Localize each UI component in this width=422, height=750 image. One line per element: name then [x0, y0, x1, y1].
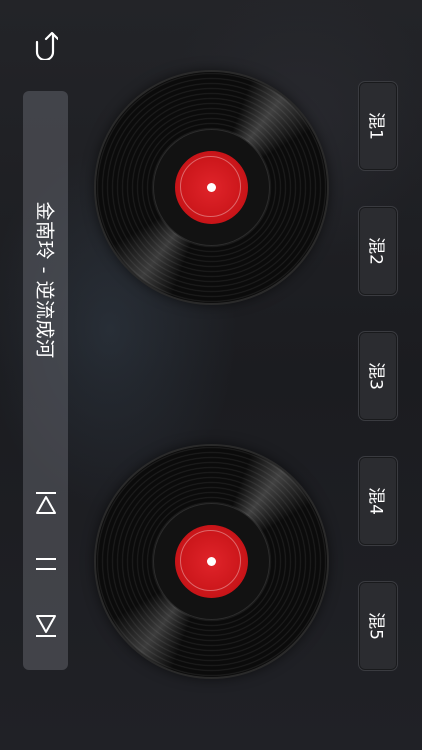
song-title: 金南玲 - 逆流成河: [23, 150, 68, 410]
back-button[interactable]: [30, 28, 60, 62]
song-title-text: 金南玲 - 逆流成河: [33, 201, 55, 359]
mix-button-3[interactable]: 混3: [358, 331, 398, 421]
next-button[interactable]: [31, 611, 61, 641]
pause-button[interactable]: [31, 549, 61, 579]
disc-spindle: [207, 557, 216, 566]
previous-button[interactable]: [31, 488, 61, 518]
disc-spindle: [207, 183, 216, 192]
undo-arrow-icon: [35, 31, 58, 60]
mix-button-label: 混2: [365, 237, 386, 265]
mix-button-4[interactable]: 混4: [358, 456, 398, 546]
mix-button-label: 混1: [365, 112, 386, 140]
mix-button-label: 混3: [365, 362, 386, 390]
mix-button-label: 混5: [365, 612, 386, 640]
mix-button-5[interactable]: 混5: [358, 581, 398, 671]
next-icon: [36, 615, 56, 637]
turntable-disc-2[interactable]: [96, 446, 327, 677]
mix-button-2[interactable]: 混2: [358, 206, 398, 296]
mix-button-1[interactable]: 混1: [358, 81, 398, 171]
previous-icon: [36, 492, 56, 514]
turntable-disc-1[interactable]: [96, 72, 327, 303]
pause-icon: [36, 558, 56, 570]
mix-button-label: 混4: [365, 487, 386, 515]
